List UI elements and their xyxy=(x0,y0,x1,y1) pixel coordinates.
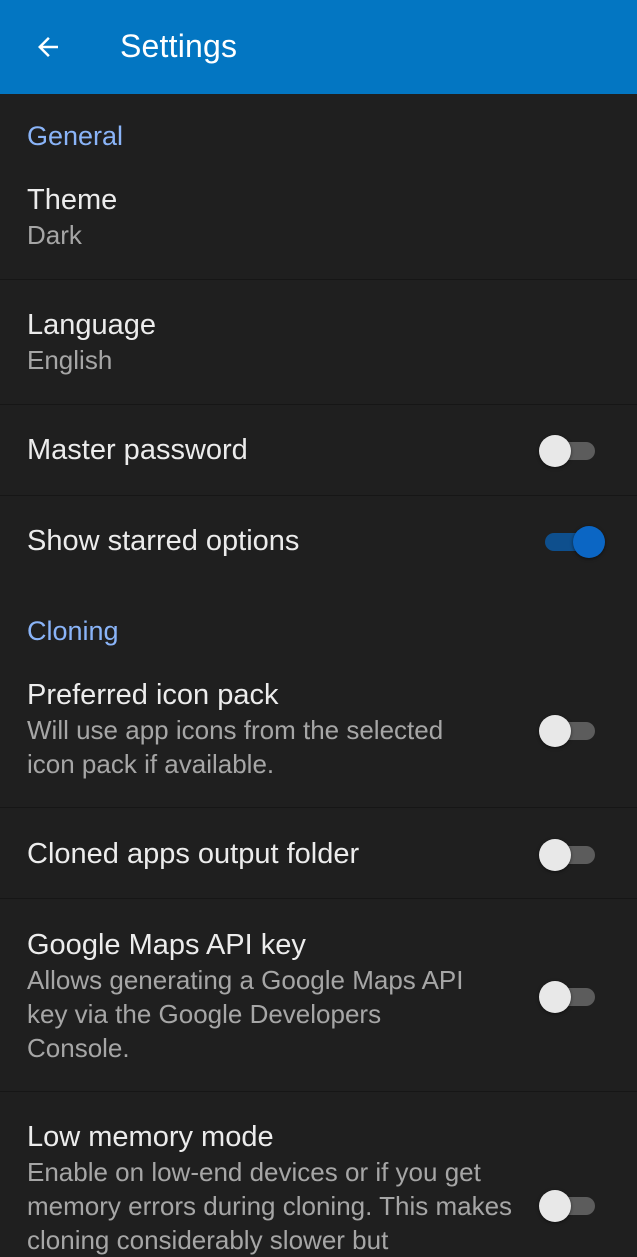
section-header-cloning: Cloning xyxy=(27,616,119,646)
switch-thumb xyxy=(539,715,571,747)
setting-title: Show starred options xyxy=(27,525,300,557)
setting-subtitle: Allows generating a Google Maps API key … xyxy=(27,965,464,1063)
setting-theme[interactable]: Theme Dark xyxy=(0,174,637,280)
show-starred-toggle[interactable] xyxy=(541,523,605,559)
switch-thumb xyxy=(539,839,571,871)
setting-title: Language xyxy=(27,309,157,341)
setting-title: Preferred icon pack xyxy=(27,679,279,711)
setting-maps-api-key[interactable]: Google Maps API key Allows generating a … xyxy=(0,900,637,1092)
setting-title: Low memory mode xyxy=(27,1121,274,1153)
maps-api-key-toggle[interactable] xyxy=(539,978,595,1014)
page-title: Settings xyxy=(120,28,238,64)
setting-subtitle: Will use app icons from the selected ico… xyxy=(27,715,444,779)
switch-thumb xyxy=(539,435,571,467)
back-button[interactable] xyxy=(28,27,68,67)
master-password-toggle[interactable] xyxy=(539,432,595,468)
setting-title: Theme xyxy=(27,184,118,216)
low-memory-toggle[interactable] xyxy=(539,1187,595,1223)
switch-thumb xyxy=(539,981,571,1013)
setting-master-password[interactable]: Master password xyxy=(0,406,637,496)
setting-title: Master password xyxy=(27,434,248,466)
app-bar: Settings xyxy=(0,0,637,94)
switch-thumb xyxy=(539,1190,571,1222)
switch-thumb xyxy=(573,526,605,558)
setting-subtitle: Enable on low-end devices or if you get … xyxy=(27,1157,513,1255)
setting-language[interactable]: Language English xyxy=(0,281,637,405)
output-folder-toggle[interactable] xyxy=(539,836,595,872)
icon-pack-toggle[interactable] xyxy=(539,712,595,748)
setting-show-starred[interactable]: Show starred options xyxy=(0,497,637,587)
setting-icon-pack[interactable]: Preferred icon pack Will use app icons f… xyxy=(0,670,637,808)
setting-value: English xyxy=(27,345,113,375)
section-header-general: General xyxy=(27,121,124,151)
setting-title: Google Maps API key xyxy=(27,929,306,961)
setting-value: Dark xyxy=(27,220,82,250)
setting-title: Cloned apps output folder xyxy=(27,838,360,870)
setting-low-memory[interactable]: Low memory mode Enable on low-end device… xyxy=(0,1093,637,1255)
setting-output-folder[interactable]: Cloned apps output folder xyxy=(0,809,637,899)
arrow-left-icon xyxy=(38,37,58,57)
